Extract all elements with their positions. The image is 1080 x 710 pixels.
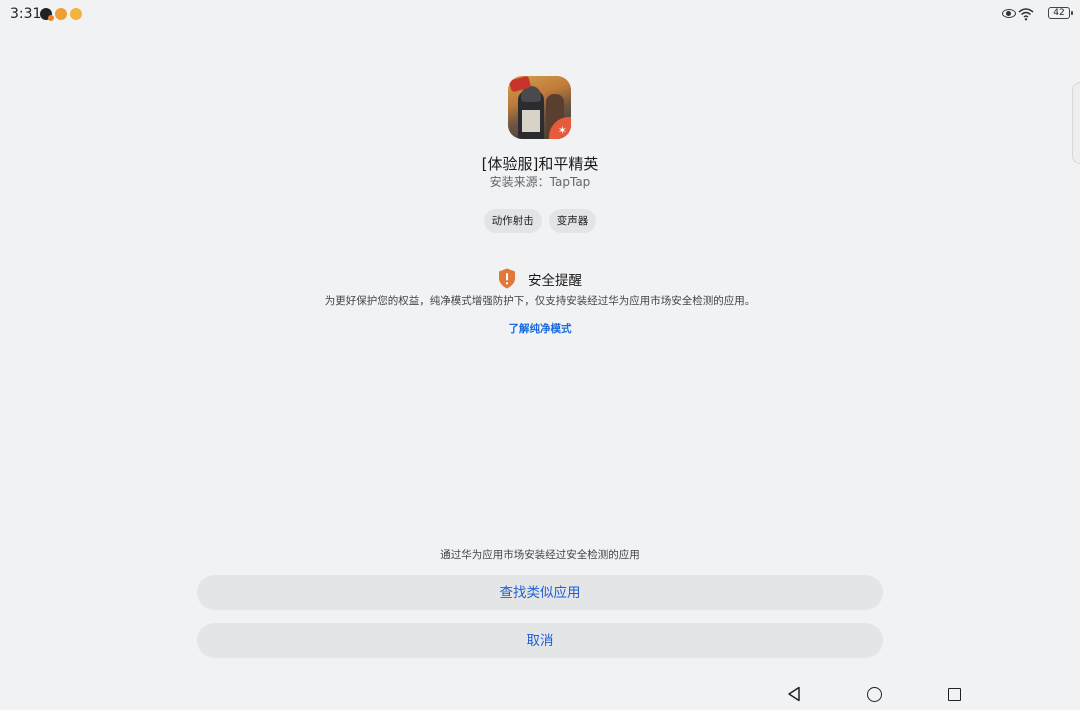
learn-pure-mode-link[interactable]: 了解纯净模式 xyxy=(0,321,1080,336)
status-indicators: 42 xyxy=(990,6,1073,22)
app-tags: 动作射击 变声器 xyxy=(0,209,1080,233)
security-description: 为更好保护您的权益，纯净模式增强防护下，仅支持安装经过华为应用市场安全检测的应用… xyxy=(324,295,756,307)
wifi-icon xyxy=(1018,6,1034,21)
status-time: 3:31 xyxy=(10,6,42,22)
app-notification-icon xyxy=(70,8,82,20)
install-note: 通过华为应用市场安装经过安全检测的应用 xyxy=(440,549,640,561)
app-notification-icon xyxy=(55,8,67,20)
eye-comfort-icon xyxy=(1002,9,1016,18)
nav-home-icon[interactable] xyxy=(867,687,882,702)
battery-icon: 42 xyxy=(1048,7,1073,19)
security-title: 安全提醒 xyxy=(528,272,583,289)
install-source: 安装来源：TapTap xyxy=(489,175,591,189)
nav-back-icon[interactable] xyxy=(787,686,801,702)
security-header: 安全提醒 xyxy=(0,268,1080,289)
side-panel-handle[interactable] xyxy=(1072,82,1080,164)
app-notification-icon xyxy=(40,8,54,21)
shield-warning-icon xyxy=(498,268,516,289)
find-similar-apps-button[interactable]: 查找类似应用 xyxy=(197,575,883,610)
tag-action-shooter: 动作射击 xyxy=(483,209,542,233)
nav-recents-icon[interactable] xyxy=(948,688,961,701)
status-bar: 3:31 42 xyxy=(0,0,1080,28)
app-name: [体验服]和平精英 xyxy=(481,155,599,173)
tag-voice-changer: 变声器 xyxy=(548,209,597,233)
cancel-button[interactable]: 取消 xyxy=(197,623,883,658)
app-icon xyxy=(508,76,571,139)
